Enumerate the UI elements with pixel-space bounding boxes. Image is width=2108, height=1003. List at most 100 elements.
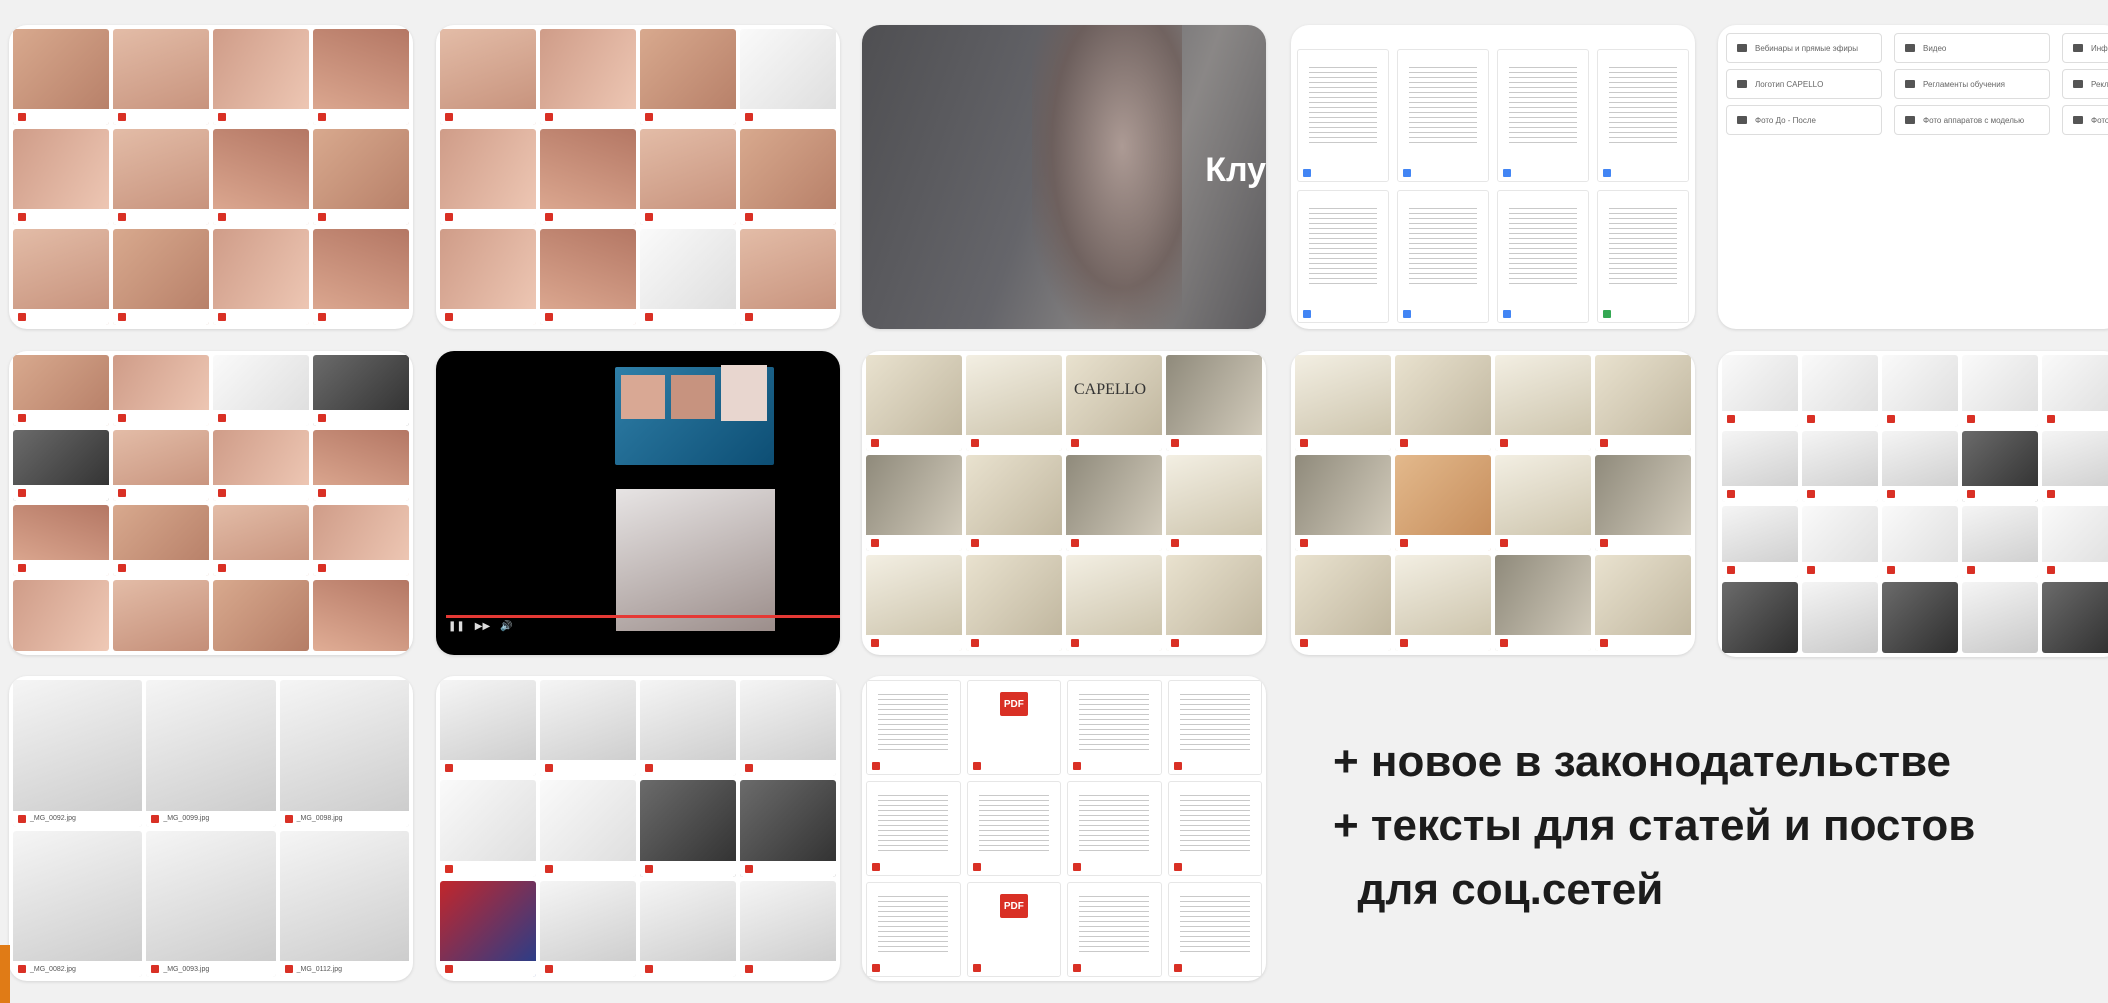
thumbnail[interactable] [540,129,636,225]
thumbnail[interactable] [13,129,109,225]
thumbnail[interactable] [113,129,209,225]
thumbnail[interactable] [866,455,962,551]
folder-item[interactable]: Вебинары и прямые эфиры [1726,33,1882,63]
document-thumbnail[interactable] [866,680,961,775]
thumbnail[interactable] [1722,355,1798,427]
thumbnail[interactable] [313,29,409,125]
thumbnail[interactable]: _MG_0112.jpg [279,830,409,977]
thumbnail[interactable] [1066,555,1162,651]
thumbnail[interactable] [13,580,109,651]
thumbnail[interactable]: _MG_0093.jpg [146,830,276,977]
thumbnail[interactable]: _MG_0099.jpg [146,680,276,827]
thumbnail[interactable] [1802,581,1878,653]
folder-item[interactable]: Фото моделей [2062,105,2108,135]
thumbnail[interactable] [313,505,409,576]
thumbnail[interactable] [440,780,536,877]
thumbnail[interactable] [2042,581,2108,653]
thumbnail[interactable] [1166,455,1262,551]
thumbnail[interactable] [440,29,536,125]
thumbnail[interactable] [1066,455,1162,551]
thumbnail[interactable] [866,355,962,451]
thumbnail[interactable] [213,355,309,426]
thumbnail[interactable] [213,505,309,576]
thumbnail[interactable] [1882,355,1958,427]
document-thumbnail[interactable]: PDF [966,680,1061,775]
thumbnail[interactable] [1595,355,1691,451]
thumbnail[interactable] [640,780,736,877]
thumbnail[interactable] [1295,555,1391,651]
thumbnail[interactable] [740,680,836,777]
thumbnail[interactable] [213,129,309,225]
thumbnail[interactable] [440,880,536,977]
video-progress-bar[interactable] [446,615,840,618]
thumbnail[interactable] [1166,355,1262,451]
thumbnail[interactable] [1395,555,1491,651]
document-thumbnail[interactable] [866,882,961,977]
folders-card[interactable]: Вебинары и прямые эфиры Видео Инфографик… [1718,25,2108,329]
folder-item[interactable]: Регламенты обучения [1894,69,2050,99]
document-thumbnail[interactable] [1497,49,1589,182]
thumbnail[interactable] [13,430,109,501]
folder-item[interactable]: Логотип CAPELLO [1726,69,1882,99]
volume-icon[interactable]: 🔊 [500,621,512,632]
thumbnail[interactable] [740,229,836,325]
document-thumbnail[interactable] [1067,781,1162,876]
before-after-card[interactable] [436,25,840,329]
device-photos-card[interactable]: CAPELLO [862,351,1266,655]
thumbnail[interactable] [313,355,409,426]
thumbnail[interactable] [440,680,536,777]
thumbnail[interactable] [1722,581,1798,653]
thumbnail[interactable] [113,229,209,325]
folder-item[interactable]: Инфографика [2062,33,2108,63]
thumbnail[interactable] [1395,455,1491,551]
thumbnail[interactable] [1166,555,1262,651]
thumbnail[interactable] [1962,355,2038,427]
thumbnail[interactable] [1802,506,1878,578]
thumbnail[interactable] [640,229,736,325]
thumbnail[interactable] [13,29,109,125]
cosmetics-photos-card[interactable] [1718,351,2108,657]
thumbnail[interactable] [866,555,962,651]
play-pause-icon[interactable]: ❚❚ [448,621,465,632]
thumbnail[interactable] [640,129,736,225]
document-thumbnail[interactable] [1597,190,1689,323]
thumbnail[interactable] [213,580,309,651]
thumbnail[interactable] [1962,506,2038,578]
thumbnail[interactable] [1962,430,2038,502]
thumbnail[interactable] [313,229,409,325]
thumbnail[interactable] [540,29,636,125]
thumbnail[interactable] [213,430,309,501]
folder-item[interactable]: Видео [1894,33,2050,63]
thumbnail[interactable]: _MG_0098.jpg [279,680,409,827]
thumbnail[interactable] [113,29,209,125]
documents-card[interactable] [1291,25,1695,329]
thumbnail[interactable] [13,229,109,325]
procedures-card[interactable] [9,351,413,655]
thumbnail[interactable] [540,780,636,877]
thumbnail[interactable] [440,129,536,225]
thumbnail[interactable] [1495,555,1591,651]
thumbnail[interactable] [1882,506,1958,578]
thumbnail[interactable] [313,430,409,501]
thumbnail[interactable] [1295,455,1391,551]
thumbnail[interactable] [640,29,736,125]
thumbnail[interactable] [213,229,309,325]
thumbnail[interactable] [540,680,636,777]
document-thumbnail[interactable] [1297,190,1389,323]
thumbnail[interactable] [640,880,736,977]
thumbnail[interactable] [2042,430,2108,502]
thumbnail[interactable] [1722,506,1798,578]
document-thumbnail[interactable] [1597,49,1689,182]
folder-item[interactable]: Фото аппаратов с моделью [1894,105,2050,135]
thumbnail[interactable]: _MG_0092.jpg [13,680,143,827]
thumbnail[interactable] [540,880,636,977]
thumbnail[interactable] [1882,581,1958,653]
thumbnail[interactable] [1722,430,1798,502]
equipment-photos-card[interactable] [1291,351,1695,655]
thumbnail[interactable] [440,229,536,325]
document-thumbnail[interactable] [866,781,961,876]
thumbnail[interactable] [966,355,1062,451]
video-banner-card[interactable]: Клу [862,25,1266,329]
thumbnail[interactable] [966,455,1062,551]
document-thumbnail[interactable] [1167,680,1262,775]
